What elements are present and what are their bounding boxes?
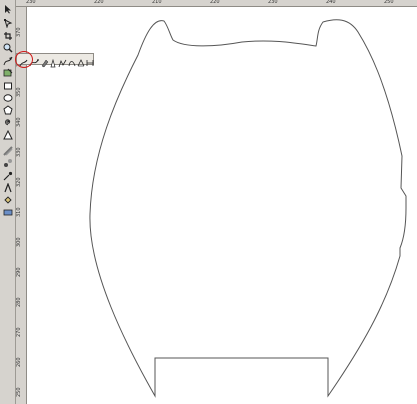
three-point-curve-tool-icon[interactable] (68, 61, 76, 67)
ruler-tick-label: 320 (16, 177, 22, 187)
shape-tool-icon[interactable] (1, 17, 15, 28)
ruler-tick-label: 220 (210, 0, 220, 5)
text-tool-icon[interactable] (1, 145, 15, 156)
ruler-tick-label: 310 (16, 207, 22, 217)
polygon-tool-icon[interactable] (1, 104, 15, 115)
ruler-tick-label: 230 (268, 0, 278, 5)
horizontal-ruler: 230 220 210 220 230 240 250 (16, 0, 417, 7)
ruler-tick-label: 250 (16, 387, 22, 397)
ruler-tick-label: 210 (152, 0, 162, 5)
artistic-media-tool-icon[interactable] (41, 59, 49, 68)
smart-fill-tool-icon[interactable] (1, 67, 15, 78)
ruler-tick-label: 250 (384, 0, 394, 5)
outline-tool-icon[interactable] (1, 182, 15, 193)
ellipse-tool-icon[interactable] (1, 92, 15, 103)
dimension-tool-icon[interactable] (86, 60, 94, 66)
ruler-tick-label: 260 (16, 357, 22, 367)
ruler-tick-label: 220 (94, 0, 104, 5)
ruler-tick-label: 340 (16, 117, 22, 127)
basic-shapes-tool-icon[interactable] (1, 129, 15, 140)
interactive-fill-tool-icon[interactable] (1, 206, 15, 217)
ruler-tick-label: 230 (26, 0, 36, 5)
selection-highlight-circle (15, 51, 33, 68)
ruler-tick-label: 290 (16, 267, 22, 277)
pick-tool-icon[interactable] (1, 3, 15, 14)
ruler-tick-label: 280 (16, 297, 22, 307)
ruler-tick-label: 330 (16, 147, 22, 157)
toolbox (0, 0, 16, 404)
curve-tool-icon[interactable] (1, 55, 15, 66)
watch-case-outline[interactable] (89, 19, 407, 398)
ruler-tick-label: 240 (326, 0, 336, 5)
ruler-tick-label: 370 (16, 27, 22, 37)
spiral-tool-icon[interactable] (1, 116, 15, 127)
ruler-tick-label: 300 (16, 237, 22, 247)
ruler-tick-label: 350 (16, 87, 22, 97)
eyedropper-tool-icon[interactable] (1, 170, 15, 181)
crop-tool-icon[interactable] (1, 30, 15, 41)
interactive-blend-tool-icon[interactable] (1, 157, 15, 168)
fill-tool-icon[interactable] (1, 194, 15, 205)
rectangle-tool-icon[interactable] (1, 80, 15, 91)
ruler-tick-label: 270 (16, 327, 22, 337)
interactive-connector-tool-icon[interactable] (77, 59, 85, 67)
drawing-application-window: 230 220 210 220 230 240 250 370 360 350 … (0, 0, 417, 404)
zoom-tool-icon[interactable] (1, 42, 15, 53)
polyline-tool-icon[interactable] (58, 59, 67, 68)
pen-tool-icon[interactable] (50, 58, 56, 68)
